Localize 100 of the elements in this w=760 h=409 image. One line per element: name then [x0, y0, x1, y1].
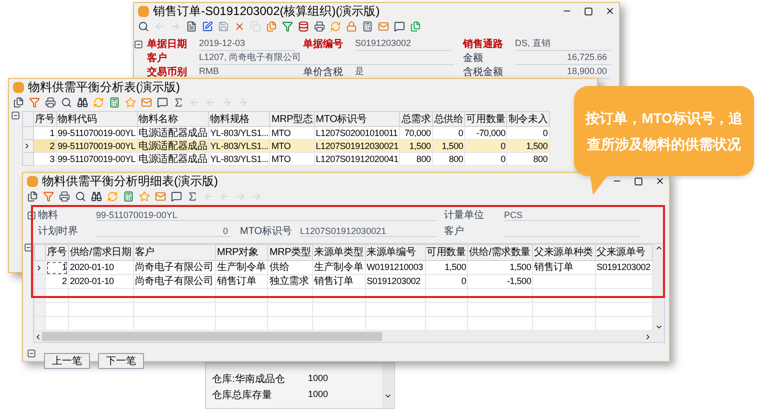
- collapse-icon[interactable]: [11, 111, 20, 120]
- scroll-down-icon[interactable]: [654, 323, 662, 331]
- column-header[interactable]: 父来源单号: [595, 244, 652, 260]
- column-header[interactable]: 客户: [133, 244, 216, 260]
- table-cell: 3: [34, 152, 56, 166]
- field-label: 单据编号: [302, 38, 344, 52]
- collapse-icon[interactable]: [27, 349, 36, 358]
- scroll-right-icon[interactable]: [644, 332, 652, 340]
- maximize-icon[interactable]: [634, 176, 643, 186]
- table-row[interactable]: 1 2020-01-10 尚奇电子有限公司 生产制令单 供给 生产制令单 W0191210003 1,500 1,500 销售订单 S0191203002: [34, 260, 652, 274]
- close-icon[interactable]: [655, 176, 665, 186]
- scroll-down-icon[interactable]: [384, 392, 392, 400]
- mail-icon[interactable]: [141, 97, 152, 108]
- table-row[interactable]: 2 2020-01-10 尚奇电子有限公司 销售订单 独立需求 销售订单 S0191203002 0 -1,500: [34, 274, 652, 288]
- calculator-icon[interactable]: [362, 21, 373, 32]
- scroll-up-icon[interactable]: [654, 244, 662, 252]
- column-header[interactable]: 父来源单种类: [532, 244, 596, 260]
- column-header[interactable]: MRP类型: [268, 244, 313, 260]
- table-cell: 2020-01-10: [70, 276, 114, 286]
- mail-icon[interactable]: [155, 191, 166, 202]
- table-cell: 0: [461, 276, 466, 286]
- sigma-icon[interactable]: [173, 97, 184, 108]
- search-icon[interactable]: [138, 21, 149, 32]
- stock-value: 1000: [308, 388, 328, 402]
- mail-icon[interactable]: [378, 21, 389, 32]
- sigma-icon[interactable]: [187, 191, 198, 202]
- column-header[interactable]: MTO标识号: [314, 112, 400, 126]
- filter-icon[interactable]: [282, 21, 293, 32]
- column-header[interactable]: MRP对象: [215, 244, 268, 260]
- field-label: 物料: [37, 208, 59, 222]
- binoculars-icon[interactable]: [77, 97, 88, 108]
- column-header[interactable]: 物料名称: [137, 112, 209, 126]
- column-header[interactable]: 供给/需求日期: [68, 244, 134, 260]
- field-label: 计量单位: [443, 208, 485, 222]
- collapse-icon[interactable]: [24, 243, 33, 252]
- stock-value: 1000: [308, 372, 328, 386]
- column-header[interactable]: 制令未入: [506, 112, 550, 126]
- column-header[interactable]: MRP型态: [270, 112, 314, 126]
- table-cell: 1: [62, 262, 67, 272]
- chat-icon[interactable]: [394, 21, 405, 32]
- chat-icon[interactable]: [171, 191, 182, 202]
- collapse-icon[interactable]: [134, 40, 143, 48]
- column-header[interactable]: 物料规格: [208, 112, 270, 126]
- printer-icon[interactable]: [45, 97, 56, 108]
- column-header[interactable]: 来源单编号: [365, 244, 426, 260]
- search-icon[interactable]: [61, 97, 72, 108]
- callout-text: 按订单，MTO标识号，追查所涉及物料的供需状况: [584, 109, 744, 154]
- column-header[interactable]: 物料代码: [56, 112, 138, 126]
- field-label: 交易币别: [146, 65, 188, 80]
- column-header[interactable]: 总需求: [400, 112, 432, 126]
- chat-icon[interactable]: [157, 97, 168, 108]
- column-header[interactable]: 来源单类型: [312, 244, 366, 260]
- collapse-icon[interactable]: [27, 210, 36, 220]
- table-cell: 2020-01-10: [70, 262, 114, 272]
- star-icon[interactable]: [139, 191, 150, 202]
- window-title: 销售订单-S0191203002(核算组织)(演示版): [153, 4, 380, 18]
- printer-icon[interactable]: [314, 21, 325, 32]
- filter-icon[interactable]: [29, 97, 40, 108]
- files-icon[interactable]: [13, 97, 24, 108]
- table-cell: 供给: [269, 262, 290, 273]
- vertical-scrollbar[interactable]: [653, 244, 664, 331]
- app-logo-icon: [138, 6, 149, 16]
- table-cell: 99-511070019-00YL: [56, 152, 138, 166]
- binoculars-icon[interactable]: [91, 191, 102, 202]
- calculator-icon[interactable]: [109, 97, 120, 108]
- scrollbar[interactable]: [382, 363, 394, 408]
- table-cell: 1,500: [444, 262, 466, 272]
- files-icon[interactable]: [27, 191, 38, 202]
- column-header[interactable]: 总供给: [432, 112, 465, 126]
- nav-button[interactable]: 上一笔: [44, 353, 90, 369]
- field-label: 计划时界: [37, 224, 79, 238]
- printer-icon[interactable]: [59, 191, 70, 202]
- horizontal-scrollbar[interactable]: [34, 331, 664, 342]
- star-icon[interactable]: [125, 97, 136, 108]
- lock-icon[interactable]: [346, 21, 357, 32]
- field-label: MTO标识号: [239, 224, 294, 238]
- table-cell: 电源适配器成品: [137, 152, 209, 166]
- document-icon[interactable]: [186, 21, 197, 32]
- database-icon[interactable]: [298, 21, 309, 32]
- column-header[interactable]: 序号: [34, 112, 56, 126]
- scroll-thumb[interactable]: [42, 332, 382, 341]
- search-icon[interactable]: [75, 191, 86, 202]
- table-cell: 0: [464, 152, 507, 166]
- close-icon[interactable]: [605, 6, 615, 16]
- table-cell: S0191203002: [366, 276, 420, 286]
- table-row[interactable]: 2 99-511070019-00YL 电源适配器成品 YL-803/YLS1... MTO L1207S01912030021 1,500 1,500 0 1,500: [22, 140, 550, 152]
- table-row[interactable]: 1 99-511070019-00YL 电源适配器成品 YL-803/YLS1... MTO L1207S02001010011 70,000 0 -70,000 0: [22, 126, 550, 140]
- table-row[interactable]: 3 99-511070019-00YL 电源适配器成品 YL-803/YLS1... MTO L1207S01912020041 800 800 0 800: [22, 152, 550, 166]
- filter-icon[interactable]: [43, 191, 54, 202]
- calculator-icon[interactable]: [123, 191, 134, 202]
- column-header[interactable]: 序号: [46, 244, 68, 260]
- table-cell: L1207S01912020041: [314, 152, 400, 166]
- scroll-left-icon[interactable]: [34, 332, 42, 340]
- column-header[interactable]: 可用数量: [464, 112, 507, 126]
- maximize-icon[interactable]: [584, 6, 593, 16]
- field-label: 单价含税: [302, 66, 344, 80]
- nav-button[interactable]: 下一笔: [98, 353, 144, 369]
- edit-icon[interactable]: [202, 21, 213, 32]
- column-header[interactable]: 供给/需求数量: [468, 244, 533, 260]
- column-header[interactable]: 可用数量: [425, 244, 468, 260]
